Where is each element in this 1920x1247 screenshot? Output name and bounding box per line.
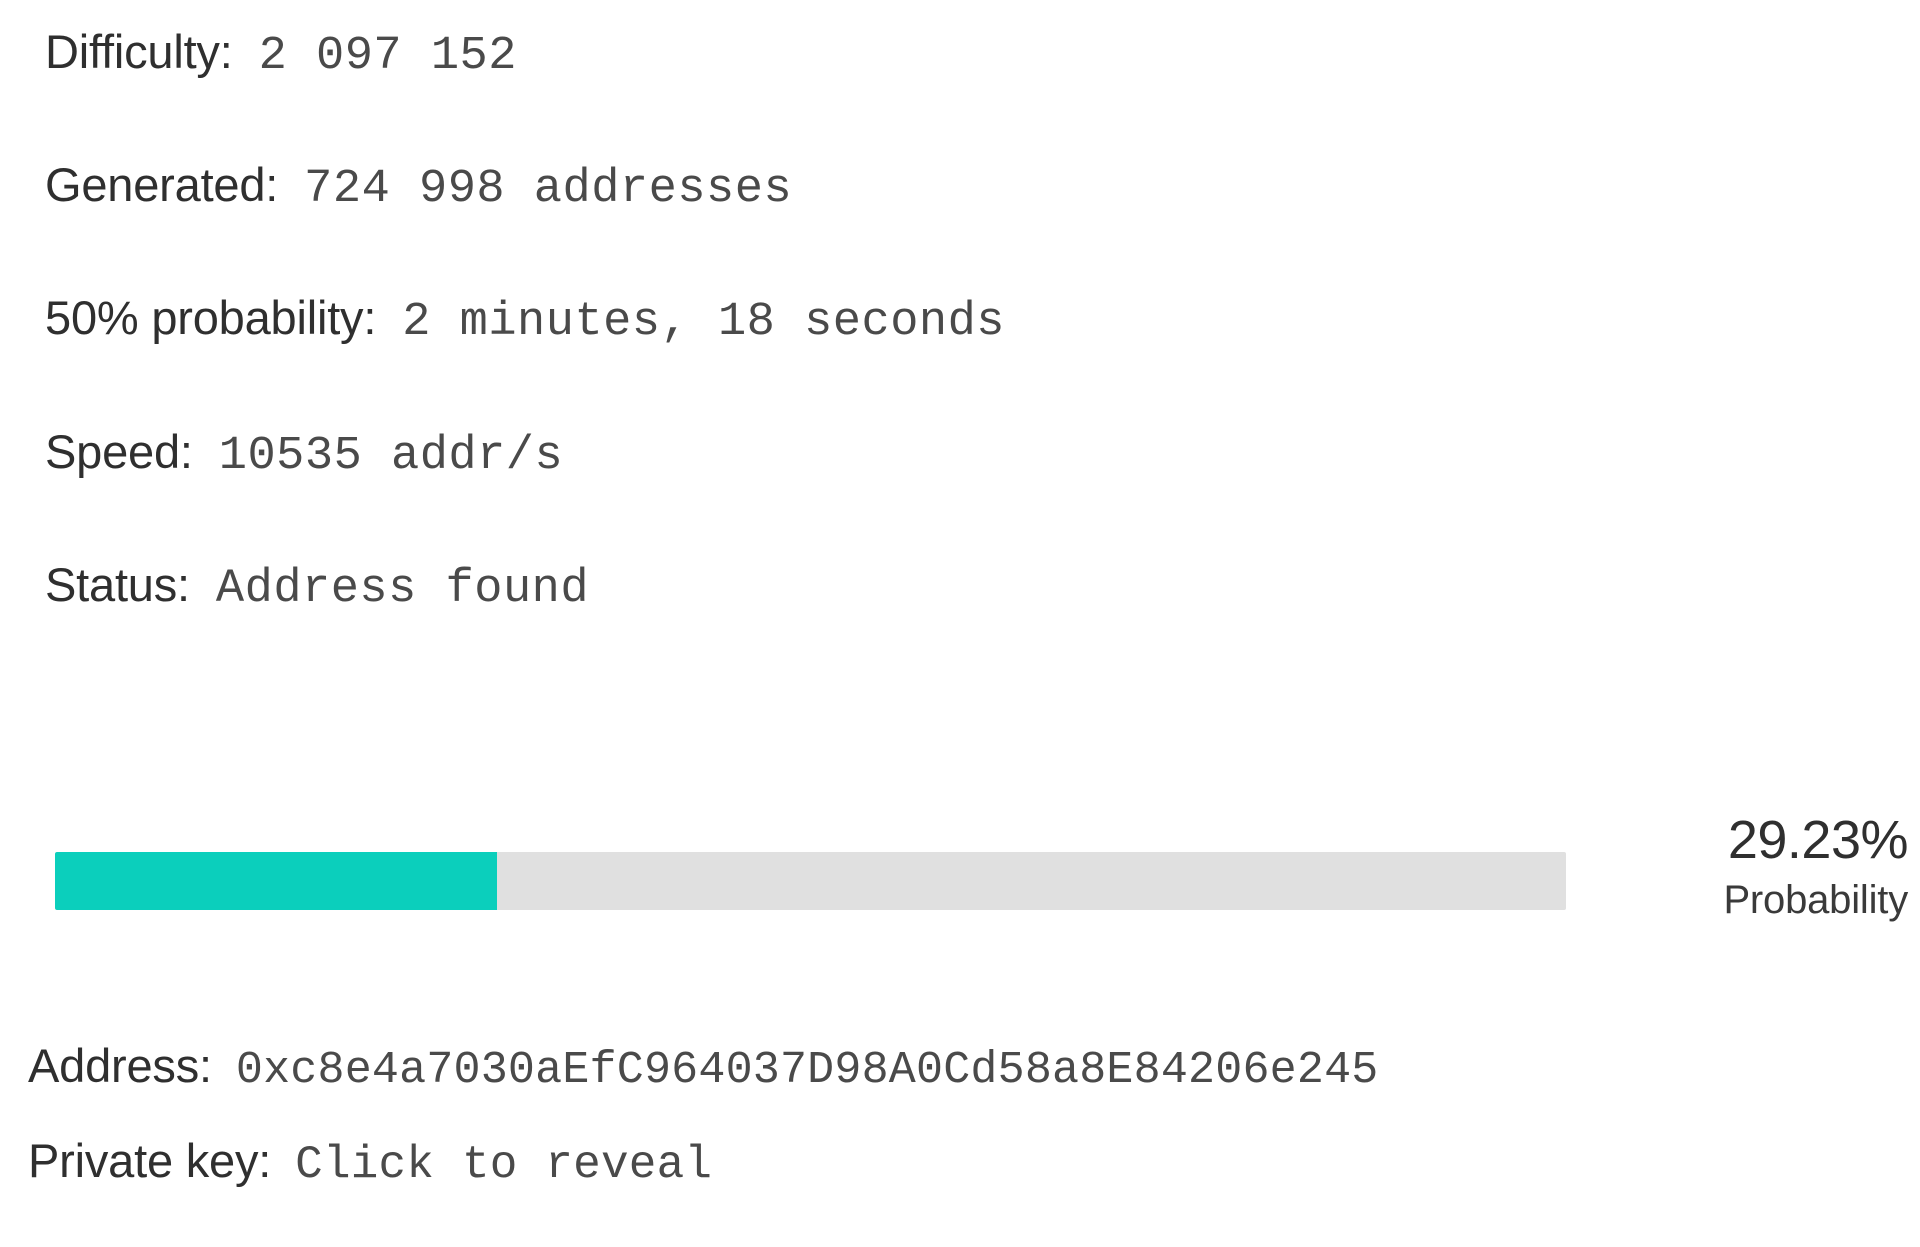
fifty-percent-probability-value: 2 minutes, 18 seconds xyxy=(402,296,1006,349)
result-row-private-key: Private key: Click to reveal xyxy=(28,1137,712,1188)
difficulty-value: 2 097 152 xyxy=(258,30,517,83)
fifty-percent-probability-label: 50% probability: xyxy=(45,291,377,344)
probability-progress-section: 29.23% Probability xyxy=(0,812,1920,942)
address-value[interactable]: 0xc8e4a7030aEfC964037D98A0Cd58a8E84206e2… xyxy=(236,1048,1379,1093)
probability-percent: 29.23% xyxy=(1727,810,1909,870)
stat-row-fifty-percent-probability: 50% probability: 2 minutes, 18 seconds xyxy=(45,294,1005,346)
address-label: Address: xyxy=(28,1039,212,1092)
result-row-address: Address: 0xc8e4a7030aEfC964037D98A0Cd58a… xyxy=(28,1042,1378,1093)
speed-value: 10535 addr/s xyxy=(218,430,564,483)
generated-value: 724 998 addresses xyxy=(304,163,793,216)
status-value: Address found xyxy=(215,563,590,616)
difficulty-label: Difficulty: xyxy=(45,25,233,78)
stat-row-difficulty: Difficulty: 2 097 152 xyxy=(45,28,517,80)
private-key-label: Private key: xyxy=(28,1134,272,1187)
vanity-address-generator-stats-panel: Difficulty: 2 097 152 Generated: 724 998… xyxy=(0,0,1920,1247)
probability-readout: 29.23% Probability xyxy=(1568,812,1908,925)
probability-caption: Probability xyxy=(1723,877,1908,922)
speed-label: Speed: xyxy=(45,425,193,478)
generated-label: Generated: xyxy=(45,158,279,211)
stat-row-status: Status: Address found xyxy=(45,561,589,613)
stat-row-speed: Speed: 10535 addr/s xyxy=(45,428,563,480)
status-label: Status: xyxy=(45,558,190,611)
private-key-reveal-button[interactable]: Click to reveal xyxy=(295,1142,712,1188)
probability-progress-fill xyxy=(55,852,497,910)
probability-progress-bar xyxy=(55,852,1566,910)
stat-row-generated: Generated: 724 998 addresses xyxy=(45,161,792,213)
